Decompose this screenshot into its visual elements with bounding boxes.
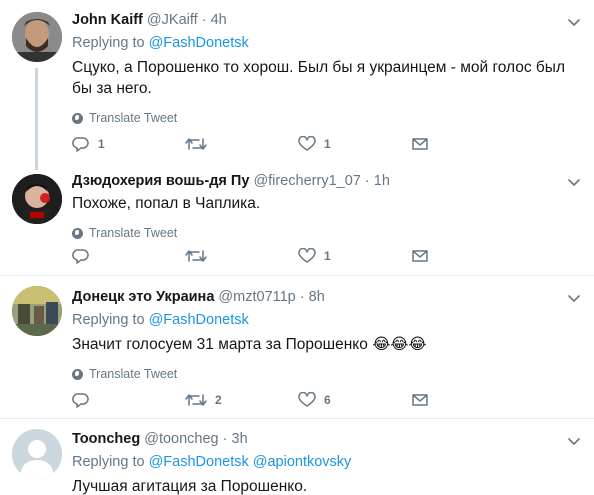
chevron-down-icon[interactable] (566, 290, 582, 306)
avatar[interactable] (12, 429, 62, 479)
reply-count: 1 (98, 137, 105, 151)
timestamp[interactable]: 8h (309, 289, 325, 305)
translate-label: Translate Tweet (89, 111, 178, 125)
replying-to: Replying to @FashDonetsk (72, 310, 580, 330)
tweet-text-body: Значит голосуем 31 марта за Порошенко (72, 336, 368, 353)
translate-label: Translate Tweet (89, 226, 178, 240)
display-name[interactable]: Tooncheg (72, 431, 140, 447)
tweet-actions: 1 1 (72, 136, 524, 152)
tweet-header: Tooncheg @tooncheg · 3h (72, 429, 580, 449)
replying-to-label: Replying to (72, 454, 145, 470)
user-handle[interactable]: @mzt0711p (218, 289, 295, 305)
retweet-count: 2 (215, 393, 222, 407)
retweet-icon (185, 250, 207, 262)
user-handle[interactable]: @JKaiff (147, 12, 198, 28)
retweet-icon (185, 138, 207, 150)
like-icon (298, 248, 316, 263)
reply-button[interactable]: 1 (72, 136, 185, 152)
mention-link[interactable]: @FashDonetsk (149, 454, 249, 470)
replying-to-label: Replying to (72, 312, 145, 328)
like-button[interactable]: 6 (298, 392, 411, 408)
share-button[interactable] (411, 392, 524, 408)
mention-link[interactable]: @apiontkovsky (253, 454, 352, 470)
display-name[interactable]: Донецк это Украина (72, 289, 214, 305)
reply-icon (72, 393, 89, 408)
replying-to-label: Replying to (72, 35, 145, 51)
tweet-text: Значит голосуем 31 марта за Порошенко 😂😂… (72, 334, 580, 355)
retweet-button[interactable] (185, 248, 298, 264)
tweet-actions: 1 (72, 248, 524, 264)
share-icon (412, 138, 428, 150)
user-handle[interactable]: @firecherry1_07 (253, 173, 360, 189)
translate-tweet-link[interactable]: Translate Tweet (72, 226, 580, 240)
avatar[interactable] (12, 174, 62, 224)
reply-icon (72, 137, 89, 152)
tweet-3[interactable]: Донецк это Украина @mzt0711p · 8h Replyi… (0, 276, 594, 418)
translate-label: Translate Tweet (89, 367, 178, 381)
chevron-down-icon[interactable] (566, 14, 582, 30)
timestamp[interactable]: 3h (232, 431, 248, 447)
default-avatar-icon (12, 429, 62, 479)
chevron-down-icon[interactable] (566, 174, 582, 190)
reply-button[interactable] (72, 248, 185, 264)
translate-tweet-link[interactable]: Translate Tweet (72, 111, 580, 125)
globe-icon (72, 112, 83, 124)
tweet-header: Донецк это Украина @mzt0711p · 8h (72, 287, 580, 307)
avatar[interactable] (12, 286, 62, 336)
replying-to: Replying to @FashDonetsk (72, 33, 580, 53)
retweet-icon (185, 394, 207, 406)
replying-to: Replying to @FashDonetsk @apiontkovsky (72, 452, 580, 472)
tweet-header: Дзюдохерия вошь-дя Пу @firecherry1_07 · … (72, 171, 580, 191)
tweet-2[interactable]: Дзюдохерия вошь-дя Пу @firecherry1_07 · … (0, 170, 594, 270)
globe-icon (72, 368, 83, 380)
chevron-down-icon[interactable] (566, 433, 582, 449)
timestamp[interactable]: 1h (374, 173, 390, 189)
timestamp[interactable]: 4h (211, 12, 227, 28)
display-name[interactable]: Дзюдохерия вошь-дя Пу (72, 173, 249, 189)
user-handle[interactable]: @tooncheg (144, 431, 218, 447)
share-button[interactable] (411, 248, 524, 264)
tweet-text: Лучшая агитация за Порошенко. (72, 478, 308, 495)
separator-dot: · (222, 431, 228, 447)
separator-dot: · (201, 12, 207, 28)
tweet-1[interactable]: John Kaiff @JKaiff · 4h Replying to @Fas… (0, 0, 594, 170)
mention-link[interactable]: @FashDonetsk (149, 312, 249, 328)
separator-dot: · (299, 289, 305, 305)
like-button[interactable]: 1 (298, 136, 411, 152)
translate-tweet-link[interactable]: Translate Tweet (72, 367, 580, 381)
retweet-button[interactable]: 2 (185, 392, 298, 408)
avatar-image (12, 12, 62, 62)
share-button[interactable] (411, 136, 524, 152)
tweet-header: John Kaiff @JKaiff · 4h (72, 10, 580, 30)
like-count: 1 (324, 249, 331, 263)
mention-link[interactable]: @FashDonetsk (149, 35, 249, 51)
tweet-actions: 2 6 (72, 392, 524, 408)
share-icon (412, 250, 428, 262)
tweet-text: Похоже, попал в Чаплика. (72, 195, 261, 212)
like-icon (298, 136, 316, 151)
display-name[interactable]: John Kaiff (72, 12, 143, 28)
laughing-emoji: 😂😂😂 (372, 336, 427, 353)
like-count: 6 (324, 393, 331, 407)
tweet-4[interactable]: Tooncheg @tooncheg · 3h Replying to @Fas… (0, 419, 594, 495)
reply-button[interactable] (72, 392, 185, 408)
separator-dot: · (364, 173, 370, 189)
like-icon (298, 392, 316, 407)
reply-icon (72, 249, 89, 264)
avatar-image (12, 286, 62, 336)
like-button[interactable]: 1 (298, 248, 411, 264)
like-count: 1 (324, 137, 331, 151)
globe-icon (72, 227, 83, 239)
avatar-image (12, 174, 62, 224)
avatar[interactable] (12, 12, 62, 62)
retweet-button[interactable] (185, 136, 298, 152)
tweet-text: Сцуко, а Порошенко то хорош. Был бы я ук… (72, 59, 565, 97)
share-icon (412, 394, 428, 406)
